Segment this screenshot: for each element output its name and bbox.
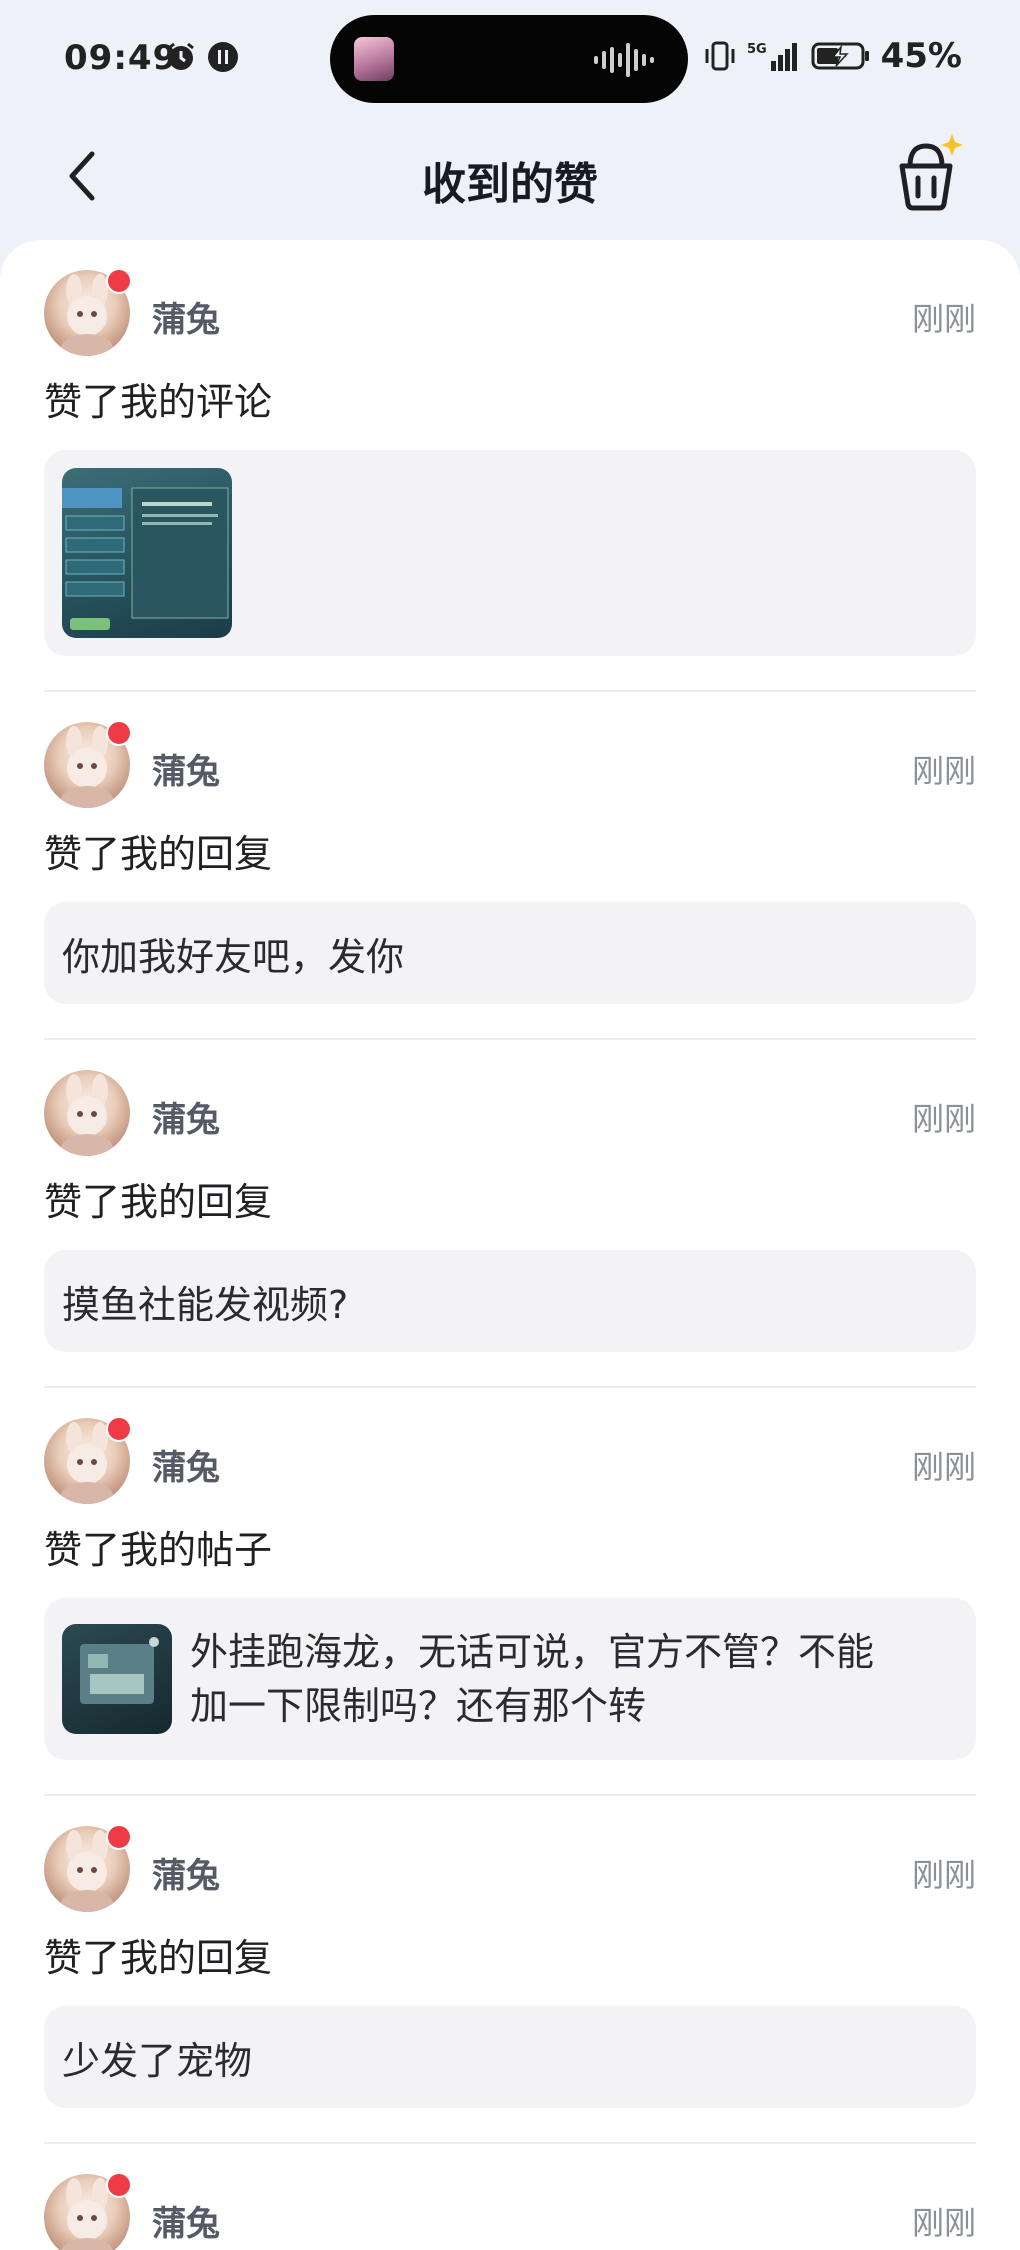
user-name[interactable]: 蒲兔 — [152, 1092, 220, 1141]
media-thumbnail — [354, 37, 394, 81]
unread-dot — [106, 720, 132, 746]
list-item[interactable]: 蒲兔 刚刚 赞了我的评论 — [44, 268, 976, 656]
basket-sparkle-icon — [899, 134, 963, 211]
status-bar: 09:49 5G 45% — [0, 0, 1020, 118]
post-excerpt: 外挂跑海龙，无话可说，官方不管？不能 加一下限制吗？还有那个转 — [190, 1625, 874, 1733]
battery-charging-icon — [811, 42, 869, 70]
timestamp: 刚刚 — [911, 300, 976, 338]
user-name[interactable]: 蒲兔 — [152, 2196, 220, 2245]
quoted-reply[interactable]: 你加我好友吧，发你 — [44, 902, 976, 1004]
timestamp: 刚刚 — [911, 1100, 976, 1138]
status-time: 09:49 — [64, 38, 178, 78]
list-item[interactable]: 蒲兔 刚刚 赞了我的回复 你加我好友吧，发你 — [44, 690, 976, 1004]
audio-wave-icon — [594, 43, 654, 77]
quoted-reply[interactable]: 少发了宠物 — [44, 2006, 976, 2108]
likes-list[interactable]: 蒲兔 刚刚 赞了我的评论 蒲兔 刚刚 赞了我的回复 你加我好友吧，发你 蒲兔 刚… — [0, 240, 1020, 2250]
like-action: 赞了我的回复 — [44, 1936, 273, 1980]
unread-dot — [106, 1824, 132, 1850]
game-screenshot-icon — [62, 487, 229, 630]
network-label: 5G — [747, 42, 767, 57]
timestamp: 刚刚 — [911, 1448, 976, 1486]
post-excerpt-line: 加一下限制吗？还有那个转 — [190, 1684, 647, 1728]
status-right: 5G 45% — [703, 36, 962, 76]
bunny-avatar-icon — [61, 1074, 113, 1156]
like-action: 赞了我的回复 — [44, 1180, 273, 1224]
nav-header: 收到的赞 — [0, 118, 1020, 238]
timestamp: 刚刚 — [911, 2204, 976, 2242]
comment-image[interactable] — [62, 468, 232, 638]
like-action: 赞了我的回复 — [44, 832, 273, 876]
like-action: 赞了我的帖子 — [44, 1528, 273, 1572]
user-name[interactable]: 蒲兔 — [152, 1440, 220, 1489]
game-screenshot-icon — [80, 1637, 159, 1704]
timestamp: 刚刚 — [911, 1856, 976, 1894]
list-item[interactable]: 蒲兔 刚刚 — [44, 2142, 976, 2250]
battery-percent: 45% — [880, 36, 962, 76]
signal-icon: 5G — [747, 42, 797, 71]
user-name[interactable]: 蒲兔 — [152, 1848, 220, 1897]
basket-button[interactable] — [888, 128, 968, 214]
unread-dot — [106, 1416, 132, 1442]
avatar[interactable] — [44, 1070, 130, 1156]
timestamp: 刚刚 — [911, 752, 976, 790]
list-item[interactable]: 蒲兔 刚刚 赞了我的帖子 外挂跑海龙，无话可说，官方不管？不能 加一下限制吗？还… — [44, 1386, 976, 1760]
quoted-reply[interactable]: 摸鱼社能发视频? — [44, 1250, 976, 1352]
list-item[interactable]: 蒲兔 刚刚 赞了我的回复 少发了宠物 — [44, 1794, 976, 2108]
unread-dot — [106, 2172, 132, 2198]
dynamic-island — [330, 15, 688, 103]
like-action: 赞了我的评论 — [44, 380, 273, 424]
notification-icon — [208, 42, 238, 72]
quoted-post[interactable]: 外挂跑海龙，无话可说，官方不管？不能 加一下限制吗？还有那个转 — [44, 1598, 976, 1760]
quoted-comment[interactable] — [44, 450, 976, 656]
user-name[interactable]: 蒲兔 — [152, 744, 220, 793]
post-excerpt-line: 外挂跑海龙，无话可说，官方不管？不能 — [190, 1630, 875, 1674]
page-title: 收到的赞 — [422, 159, 598, 210]
user-name[interactable]: 蒲兔 — [152, 292, 220, 341]
post-thumbnail — [62, 1624, 172, 1734]
unread-dot — [106, 268, 132, 294]
vibrate-icon — [705, 41, 735, 71]
alarm-icon — [168, 42, 194, 70]
list-item[interactable]: 蒲兔 刚刚 赞了我的回复 摸鱼社能发视频? — [44, 1038, 976, 1352]
